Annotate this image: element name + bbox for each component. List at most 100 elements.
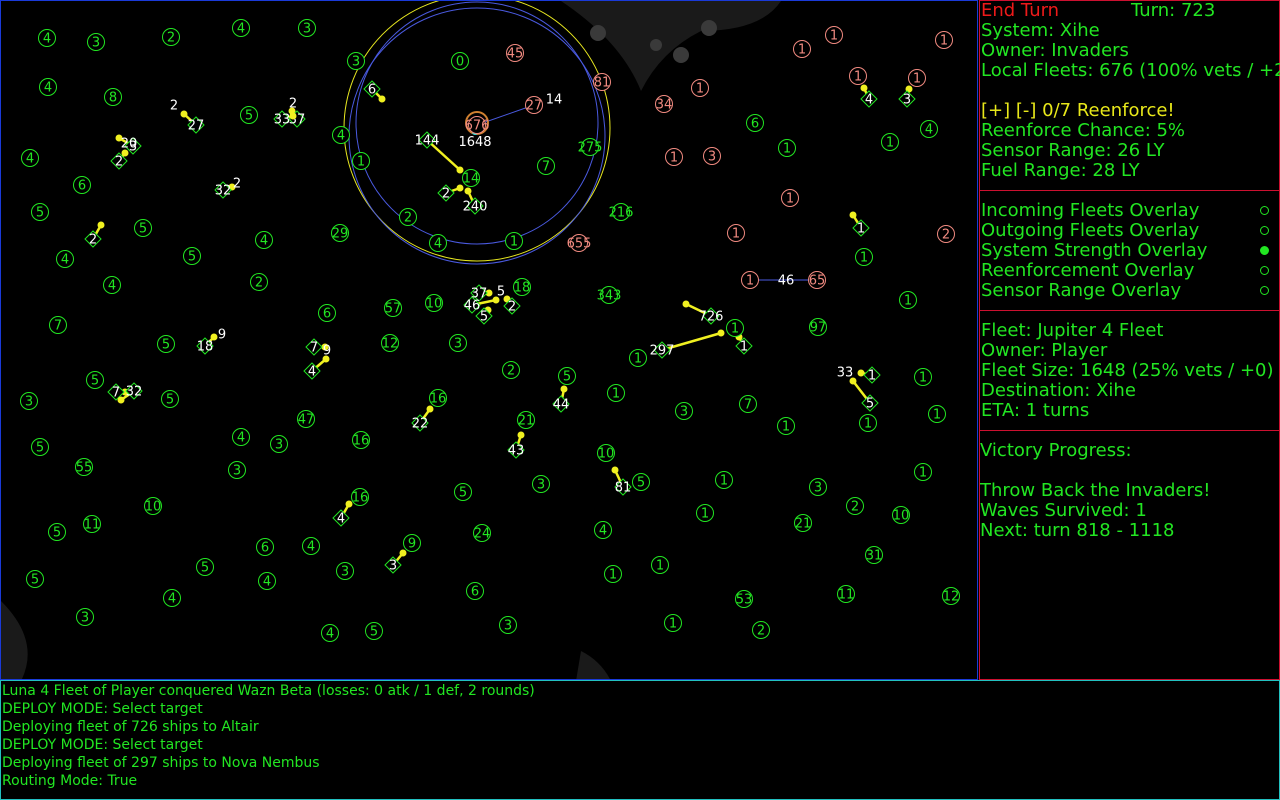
- fleet-marker[interactable]: [426, 405, 434, 413]
- fleet-marker[interactable]: [857, 369, 865, 377]
- overlay-radio-icon[interactable]: [1260, 286, 1269, 295]
- player-system-strength: 5: [637, 476, 645, 491]
- player-system-strength: 10: [893, 509, 910, 524]
- fleet-size-label: 726: [699, 310, 724, 325]
- enemy-system-strength: 65: [809, 274, 826, 289]
- enemy-system-strength: 1: [696, 82, 704, 97]
- overlay-radio-icon[interactable]: [1260, 246, 1269, 255]
- player-system-strength: 3: [25, 395, 33, 410]
- fleet-size-label: 2: [89, 233, 97, 248]
- fleet-marker[interactable]: [517, 431, 525, 439]
- enemy-system-strength: 1: [854, 70, 862, 85]
- player-system-strength: 1: [669, 617, 677, 632]
- overlay-radio-icon[interactable]: [1260, 266, 1269, 275]
- overlay-radio-icon[interactable]: [1260, 226, 1269, 235]
- sensor-range: Sensor Range: 26 LY: [981, 140, 1165, 161]
- fleet-marker[interactable]: [378, 95, 386, 103]
- fleet-marker[interactable]: [97, 221, 105, 229]
- player-system-strength: 11: [84, 518, 101, 533]
- fleet-size-label: 27: [188, 119, 205, 134]
- fleet-size-label: 2: [508, 300, 516, 315]
- player-system-strength: 1: [904, 294, 912, 309]
- fleet-marker[interactable]: [849, 211, 857, 219]
- player-system-strength: 3: [303, 22, 311, 37]
- player-system-strength: 1: [720, 474, 728, 489]
- player-system-strength: 3: [454, 337, 462, 352]
- player-system-strength: 1: [860, 251, 868, 266]
- player-system-strength: 5: [201, 561, 209, 576]
- player-system-strength: 1: [919, 466, 927, 481]
- player-system-strength: 4: [44, 81, 52, 96]
- player-system-strength: 1: [782, 420, 790, 435]
- fleet-marker[interactable]: [717, 329, 725, 337]
- fleet-size-label-selected: 1648: [458, 135, 491, 150]
- fleet-marker[interactable]: [611, 466, 619, 474]
- enemy-system-strength: 1: [913, 72, 921, 87]
- end-turn-button[interactable]: End Turn: [981, 0, 1059, 21]
- fleet-marker[interactable]: [860, 84, 868, 92]
- enemy-system-strength: 81: [594, 76, 611, 91]
- player-system-strength: 1: [783, 142, 791, 157]
- player-system-strength: 2: [757, 624, 765, 639]
- galaxy-map[interactable]: 27 3 2 32 2 37 6 240 2 144 37 46 2 5 726 297 1 44 43 22 81 4 3…: [0, 0, 978, 680]
- enemy-system-strength: 2: [942, 228, 950, 243]
- log-line: DEPLOY MODE: Select target: [2, 737, 203, 753]
- fleet-marker[interactable]: [180, 110, 188, 118]
- player-system-strength: 343: [597, 289, 622, 304]
- message-log: Luna 4 Fleet of Player conquered Wazn Be…: [0, 680, 1280, 800]
- player-system-strength: 16: [352, 491, 369, 506]
- player-system-strength: 3: [504, 619, 512, 634]
- fleet-size-label: 33: [274, 113, 291, 128]
- enemy-system-strength: 1: [746, 274, 754, 289]
- player-system-strength: 5: [53, 526, 61, 541]
- player-system-strength: 4: [599, 524, 607, 539]
- enemy-system-strength: 1: [940, 34, 948, 49]
- map-label: 9: [218, 328, 226, 343]
- player-system-strength: 1: [609, 568, 617, 583]
- map-canvas[interactable]: 273232237624021443746 25 726297 14443228143…: [1, 1, 978, 680]
- player-system-strength: 14: [463, 172, 480, 187]
- player-system-strength: 4: [260, 234, 268, 249]
- enemy-system-strength: 1: [798, 43, 806, 58]
- player-system-strength: 4: [925, 123, 933, 138]
- victory-section: Victory Progress: Throw Back the Invader…: [980, 431, 1279, 541]
- player-system-strength: 2: [167, 31, 175, 46]
- reenforce-plus-button[interactable]: [+]: [981, 100, 1010, 121]
- fleet-size-label: 240: [463, 200, 488, 215]
- player-system-strength: 3: [814, 481, 822, 496]
- player-system-strength: 4: [337, 129, 345, 144]
- player-system-strength: 1: [634, 352, 642, 367]
- reenforce-minus-button[interactable]: [-]: [1016, 100, 1037, 121]
- fleet-size-label: 1: [740, 340, 748, 355]
- overlay-outgoing-fleets[interactable]: Outgoing Fleets Overlay: [981, 221, 1279, 241]
- player-system-strength: 16: [430, 392, 447, 407]
- fleet-marker[interactable]: [289, 112, 297, 120]
- player-system-strength: 11: [838, 588, 855, 603]
- fleet-marker[interactable]: [399, 549, 407, 557]
- enemy-system-strength: 45: [507, 47, 524, 62]
- overlay-reenforcement[interactable]: Reenforcement Overlay: [981, 261, 1279, 281]
- overlay-incoming-fleets[interactable]: Incoming Fleets Overlay: [981, 201, 1279, 221]
- player-system-strength: 1: [701, 507, 709, 522]
- fleet-marker[interactable]: [682, 300, 690, 308]
- player-system-strength: 97: [810, 321, 827, 336]
- overlay-system-strength[interactable]: System Strength Overlay: [981, 241, 1279, 261]
- fleet-size-label: 4: [308, 365, 316, 380]
- reenforce-button[interactable]: 0/7 Reenforce!: [1042, 100, 1175, 121]
- enemy-system-strength: 655: [567, 237, 592, 252]
- fleet-marker[interactable]: [117, 396, 125, 404]
- fleet-size-label: 144: [415, 134, 440, 149]
- overlay-sensor-range[interactable]: Sensor Range Overlay: [981, 281, 1279, 301]
- player-system-strength: 4: [43, 32, 51, 47]
- system-layer: 4 3 24 33 0485446554 2924 17127521661 144 54 2756…: [20, 19, 960, 642]
- fleet-size-label: 46: [464, 299, 481, 314]
- player-system-strength: 47: [298, 413, 315, 428]
- fleet-marker[interactable]: [560, 385, 568, 393]
- player-system-strength: 6: [471, 585, 479, 600]
- overlay-radio-icon[interactable]: [1260, 206, 1269, 215]
- fleet-marker[interactable]: [464, 187, 472, 195]
- player-system-strength: 3: [352, 55, 360, 70]
- overlay-label: System Strength Overlay: [981, 240, 1208, 261]
- player-system-strength: 1: [510, 235, 518, 250]
- player-system-strength: 4: [237, 22, 245, 37]
